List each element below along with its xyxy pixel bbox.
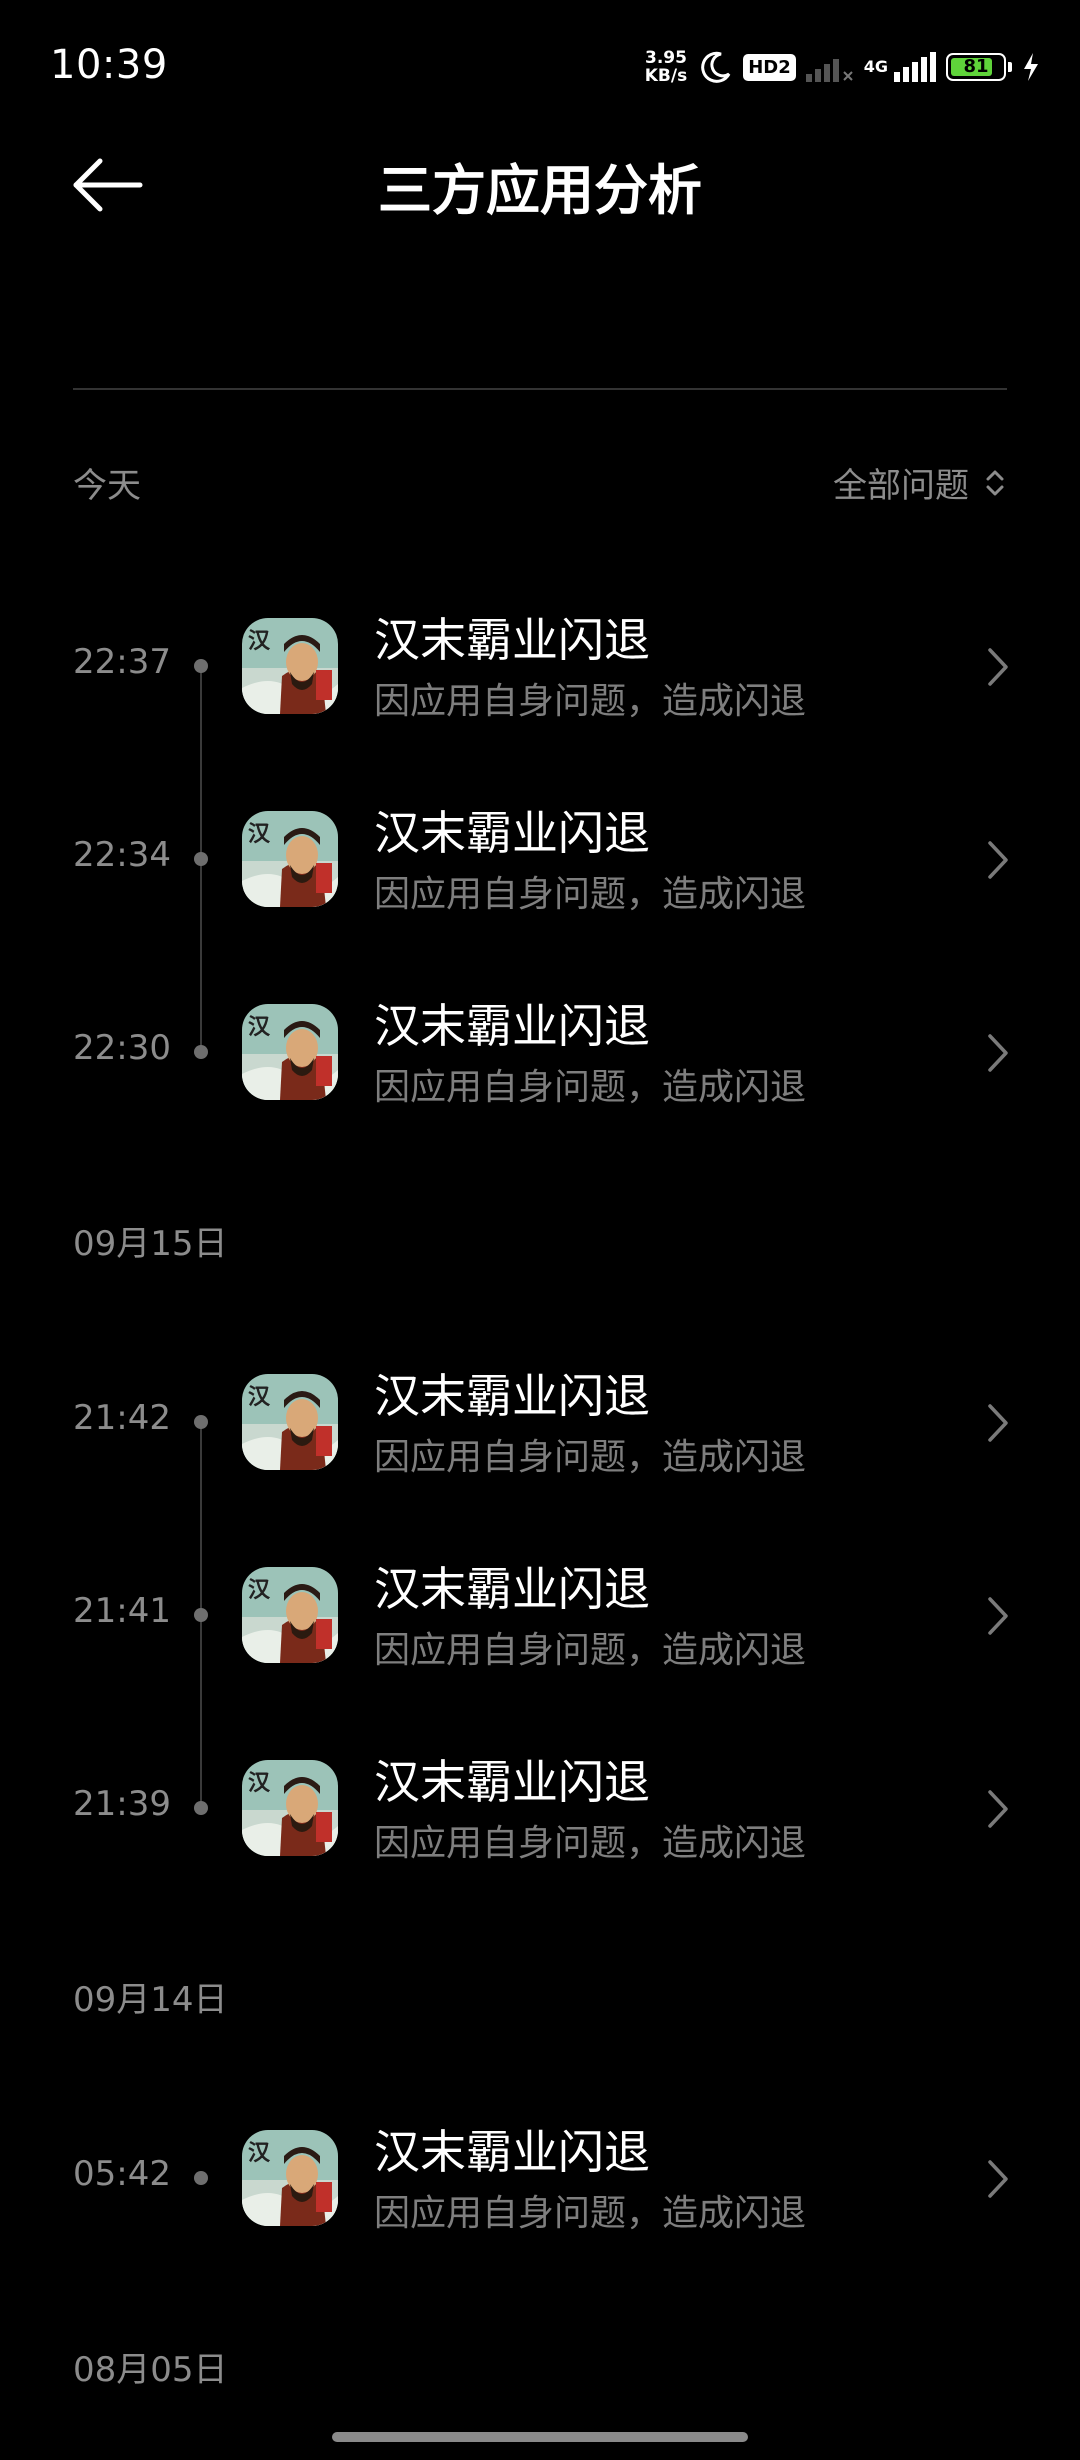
- crash-record-row[interactable]: 22:30 汉 汉末霸业闪退因应用自身问题，造成闪退: [0, 968, 1080, 1138]
- app-icon: 汉: [242, 1567, 338, 1663]
- chevron-right-icon: [988, 1597, 1008, 1635]
- chevron-right-icon: [988, 2160, 1008, 2198]
- timeline-dot: [194, 852, 208, 866]
- timeline-dot: [194, 2171, 208, 2185]
- sort-updown-icon: [986, 470, 1004, 495]
- crash-time: 21:39: [73, 1784, 171, 1824]
- problem-filter-dropdown[interactable]: 全部问题: [833, 458, 1007, 507]
- network-speed: 3.95 KB/s: [645, 49, 687, 85]
- crash-time: 05:42: [73, 2154, 171, 2194]
- crash-reason: 因应用自身问题，造成闪退: [374, 2193, 807, 2234]
- section-date-0805: 08月05日: [73, 2350, 228, 2390]
- svg-text:汉: 汉: [248, 2141, 271, 2166]
- crash-reason: 因应用自身问题，造成闪退: [374, 1630, 807, 1671]
- section-date-0915: 09月15日: [73, 1224, 228, 1264]
- crash-reason: 因应用自身问题，造成闪退: [374, 1823, 807, 1864]
- crash-record-row[interactable]: 22:34 汉 汉末霸业闪退因应用自身问题，造成闪退: [0, 775, 1080, 945]
- app-icon: 汉: [242, 2130, 338, 2226]
- svg-text:汉: 汉: [248, 1578, 271, 1603]
- status-bar: 10:39 3.95 KB/s HD2 4G 81: [0, 0, 1080, 130]
- crash-reason: 因应用自身问题，造成闪退: [374, 1437, 807, 1478]
- timeline-dot: [194, 1045, 208, 1059]
- chevron-right-icon: [988, 1790, 1008, 1828]
- battery-icon: 81: [946, 53, 1006, 81]
- chevron-right-icon: [988, 841, 1008, 879]
- crash-analysis-screen: 10:39 3.95 KB/s HD2 4G 81 三方应用分析 全部问题 今天…: [0, 0, 1080, 2460]
- svg-text:汉: 汉: [248, 629, 271, 654]
- section-date-today: 今天: [73, 466, 141, 506]
- title-bar: 三方应用分析: [0, 130, 1080, 230]
- crash-reason: 因应用自身问题，造成闪退: [374, 1067, 807, 1108]
- crash-app-title: 汉末霸业闪退: [374, 1369, 650, 1423]
- charging-icon: [1024, 53, 1038, 81]
- timeline-dot: [194, 1415, 208, 1429]
- crash-record-row[interactable]: 22:37 汉 汉末霸业闪退因应用自身问题，造成闪退: [0, 582, 1080, 752]
- battery-tip: [1008, 62, 1012, 72]
- crash-app-title: 汉末霸业闪退: [374, 2125, 650, 2179]
- crash-app-title: 汉末霸业闪退: [374, 1755, 650, 1809]
- chevron-right-icon: [988, 1404, 1008, 1442]
- chevron-right-icon: [988, 648, 1008, 686]
- crash-time: 22:30: [73, 1028, 171, 1068]
- crash-record-row[interactable]: 05:42 汉 汉末霸业闪退因应用自身问题，造成闪退: [0, 2094, 1080, 2264]
- crash-record-row[interactable]: 21:42 汉 汉末霸业闪退因应用自身问题，造成闪退: [0, 1338, 1080, 1508]
- app-icon: 汉: [242, 1760, 338, 1856]
- timeline-dot: [194, 1801, 208, 1815]
- crash-reason: 因应用自身问题，造成闪退: [374, 681, 807, 722]
- network-speed-unit: KB/s: [644, 66, 688, 86]
- home-indicator[interactable]: [332, 2432, 748, 2442]
- crash-app-title: 汉末霸业闪退: [374, 1562, 650, 1616]
- app-icon: 汉: [242, 811, 338, 907]
- svg-text:汉: 汉: [248, 1015, 271, 1040]
- svg-text:汉: 汉: [248, 1771, 271, 1796]
- crash-time: 21:41: [73, 1591, 171, 1631]
- chevron-right-icon: [988, 1034, 1008, 1072]
- section-date-0914: 09月14日: [73, 1980, 228, 2020]
- network-speed-value: 3.95: [644, 48, 687, 68]
- signal-strong-icon: [894, 52, 936, 82]
- hd-badge: HD2: [743, 53, 796, 81]
- crash-record-row[interactable]: 21:41 汉 汉末霸业闪退因应用自身问题，造成闪退: [0, 1531, 1080, 1701]
- crash-app-title: 汉末霸业闪退: [374, 613, 650, 667]
- crash-time: 22:34: [73, 835, 171, 875]
- app-icon: 汉: [242, 618, 338, 714]
- crash-record-row[interactable]: 21:39 汉 汉末霸业闪退因应用自身问题，造成闪退: [0, 1724, 1080, 1894]
- filter-label: 全部问题: [833, 466, 969, 506]
- network-type: 4G: [863, 57, 888, 76]
- header-divider: [73, 388, 1007, 390]
- app-icon: 汉: [242, 1004, 338, 1100]
- timeline-dot: [194, 1608, 208, 1622]
- crash-time: 22:37: [73, 642, 171, 682]
- status-icons: 3.95 KB/s HD2 4G 81: [645, 44, 1040, 90]
- crash-reason: 因应用自身问题，造成闪退: [374, 874, 807, 915]
- crash-app-title: 汉末霸业闪退: [374, 999, 650, 1053]
- crash-app-title: 汉末霸业闪退: [374, 806, 650, 860]
- svg-text:汉: 汉: [248, 1385, 271, 1410]
- crash-time: 21:42: [73, 1398, 171, 1438]
- app-icon: 汉: [242, 1374, 338, 1470]
- signal-weak-icon: [805, 52, 854, 82]
- page-title: 三方应用分析: [378, 159, 702, 222]
- battery-level: 81: [963, 56, 989, 77]
- svg-text:汉: 汉: [248, 822, 271, 847]
- timeline-dot: [194, 659, 208, 673]
- moon-icon: [701, 51, 731, 83]
- status-time: 10:39: [50, 42, 168, 88]
